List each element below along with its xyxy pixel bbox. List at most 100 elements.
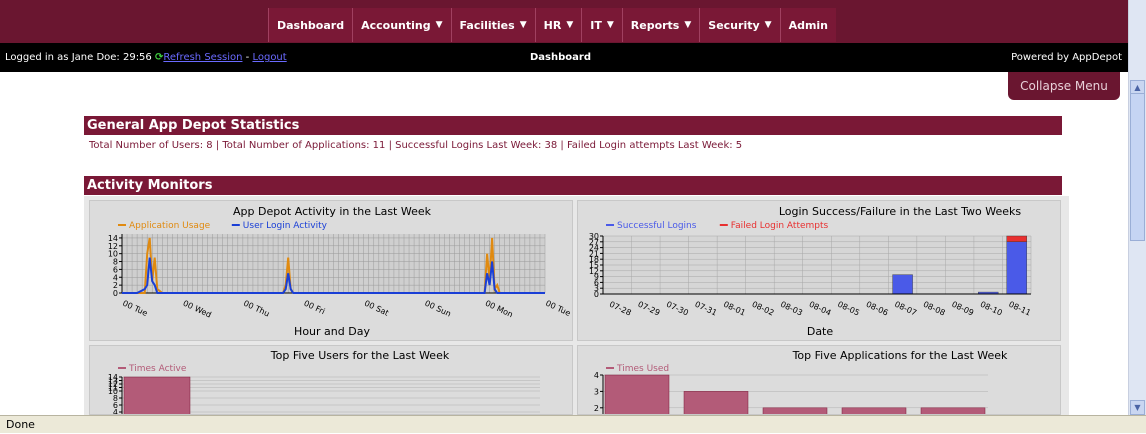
- bar-times-used: [604, 374, 670, 414]
- x-tick-label: 08-11: [1007, 300, 1032, 318]
- vertical-scrollbar[interactable]: ▲ ▼: [1128, 0, 1146, 415]
- menu-hr[interactable]: HR ▼: [534, 8, 582, 42]
- x-tick-label: 07-28: [608, 300, 633, 318]
- menu-facilities[interactable]: Facilities ▼: [450, 8, 535, 42]
- menu-label: Security: [708, 18, 760, 32]
- scroll-down-icon[interactable]: ▼: [1130, 400, 1145, 415]
- login-bar-chart: Login Success/Failure in the Last Two We…: [589, 205, 1032, 338]
- y-tick-label: 14: [108, 234, 118, 243]
- x-tick-label: 00 Thu: [242, 299, 271, 319]
- logout-link[interactable]: Logout: [252, 52, 286, 63]
- bar-failed-login-attempts: [1006, 235, 1027, 242]
- activity-panels: App Depot Activity in the Last Week Appli…: [84, 196, 1069, 415]
- menu-label: HR: [543, 18, 562, 32]
- y-tick-label: 0: [113, 289, 118, 298]
- scroll-thumb[interactable]: [1130, 93, 1145, 241]
- x-tick-label: 08-09: [950, 300, 975, 318]
- menu-security[interactable]: Security ▼: [699, 8, 780, 42]
- y-tick-label: 30: [589, 232, 599, 241]
- bar-times-used: [841, 407, 907, 414]
- x-tick-label: 08-04: [808, 300, 833, 318]
- y-tick-label: 6: [113, 265, 118, 274]
- y-tick-label: 8: [113, 258, 118, 267]
- legend-label: Times Active: [128, 364, 187, 374]
- chart-title: Top Five Applications for the Last Week: [792, 349, 1008, 362]
- y-tick-label: 12: [108, 242, 118, 251]
- menu-label: Facilities: [459, 18, 515, 32]
- bar-times-active: [123, 376, 191, 414]
- caret-down-icon: ▼: [764, 20, 772, 30]
- x-tick-label: 00 Sun: [423, 299, 452, 319]
- login-chart-panel: Login Success/Failure in the Last Two We…: [577, 200, 1061, 341]
- menu-label: Dashboard: [277, 18, 345, 32]
- bar-times-used: [920, 407, 986, 414]
- x-tick-label: 08-10: [979, 300, 1004, 318]
- x-tick-label: 00 Tue: [121, 299, 149, 318]
- menu-label: Reports: [630, 18, 680, 32]
- caret-down-icon: ▼: [566, 20, 574, 30]
- link-separator: -: [242, 52, 253, 63]
- activity-monitors-header: Activity Monitors: [84, 176, 1062, 195]
- menu-label: Admin: [788, 18, 829, 32]
- general-stats-line: Total Number of Users: 8 | Total Number …: [89, 140, 743, 151]
- legend-label: Application Usage: [129, 221, 211, 231]
- x-tick-label: 07-30: [665, 300, 690, 318]
- top-apps-chart: Top Five Applications for the Last Week T…: [594, 349, 1008, 414]
- y-tick-label: 2: [113, 281, 118, 290]
- chart-title: Login Success/Failure in the Last Two We…: [779, 205, 1022, 218]
- x-axis-label: Date: [807, 325, 834, 338]
- caret-down-icon: ▼: [606, 20, 614, 30]
- menu-reports[interactable]: Reports ▼: [621, 8, 700, 42]
- session-bar: Logged in as Jane Doe: 29:56 ⟳Refresh Se…: [0, 43, 1128, 72]
- legend-label: Failed Login Attempts: [731, 221, 829, 231]
- x-tick-label: 07-29: [636, 300, 661, 318]
- x-tick-label: 08-05: [836, 300, 861, 318]
- y-tick-label: 2: [594, 404, 599, 413]
- bar-successful-logins: [892, 274, 913, 295]
- menu-label: IT: [590, 18, 602, 32]
- x-tick-label: 08-07: [893, 300, 918, 318]
- status-bar: Done: [0, 415, 1146, 433]
- x-tick-label: 07-31: [693, 300, 718, 318]
- x-tick-label: 00 Mon: [484, 299, 515, 320]
- y-tick-label: 4: [594, 371, 599, 380]
- chart-title: App Depot Activity in the Last Week: [233, 205, 432, 218]
- x-tick-label: 08-01: [722, 300, 747, 318]
- y-tick-label: 10: [108, 250, 118, 259]
- x-tick-label: 00 Tue: [544, 299, 572, 318]
- bar-times-used: [683, 391, 749, 414]
- refresh-session-link[interactable]: Refresh Session: [163, 52, 242, 63]
- main-menu: Dashboard Accounting ▼ Facilities ▼ HR ▼ IT…: [268, 8, 837, 42]
- top-apps-panel: Top Five Applications for the Last Week T…: [577, 345, 1061, 415]
- menu-it[interactable]: IT ▼: [581, 8, 622, 42]
- activity-chart-panel: App Depot Activity in the Last Week Appli…: [89, 200, 573, 341]
- general-stats-header: General App Depot Statistics: [84, 116, 1062, 135]
- activity-line-chart: App Depot Activity in the Last Week Appli…: [108, 205, 572, 338]
- menu-accounting[interactable]: Accounting ▼: [352, 8, 451, 42]
- menu-dashboard[interactable]: Dashboard: [268, 8, 353, 42]
- x-tick-label: 00 Sat: [363, 299, 390, 318]
- top-users-panel: Top Five Users for the Last Week Times Ac…: [89, 345, 573, 415]
- menu-admin[interactable]: Admin: [779, 8, 837, 42]
- x-tick-label: 08-06: [865, 300, 890, 318]
- legend-label: User Login Activity: [243, 221, 328, 231]
- menu-label: Accounting: [361, 18, 431, 32]
- login-info: Logged in as Jane Doe: 29:56 ⟳Refresh Se…: [5, 52, 287, 63]
- caret-down-icon: ▼: [519, 20, 527, 30]
- top-users-chart: Top Five Users for the Last Week Times Ac…: [108, 349, 540, 414]
- caret-down-icon: ▼: [684, 20, 692, 30]
- x-tick-label: 08-02: [751, 300, 776, 318]
- collapse-menu-button[interactable]: Collapse Menu: [1008, 72, 1120, 100]
- x-tick-label: 00 Fri: [302, 299, 326, 317]
- bar-successful-logins: [1006, 241, 1027, 295]
- chart-title: Top Five Users for the Last Week: [270, 349, 450, 362]
- y-tick-label: 4: [113, 273, 118, 282]
- x-axis-label: Hour and Day: [294, 325, 370, 338]
- x-tick-label: 08-08: [922, 300, 947, 318]
- top-bar: Dashboard Accounting ▼ Facilities ▼ HR ▼ IT…: [0, 0, 1128, 43]
- y-tick-label: 14: [108, 373, 118, 382]
- legend-label: Times Used: [616, 364, 669, 374]
- x-tick-label: 00 Wed: [182, 299, 213, 320]
- caret-down-icon: ▼: [435, 20, 443, 30]
- bar-times-used: [762, 407, 828, 414]
